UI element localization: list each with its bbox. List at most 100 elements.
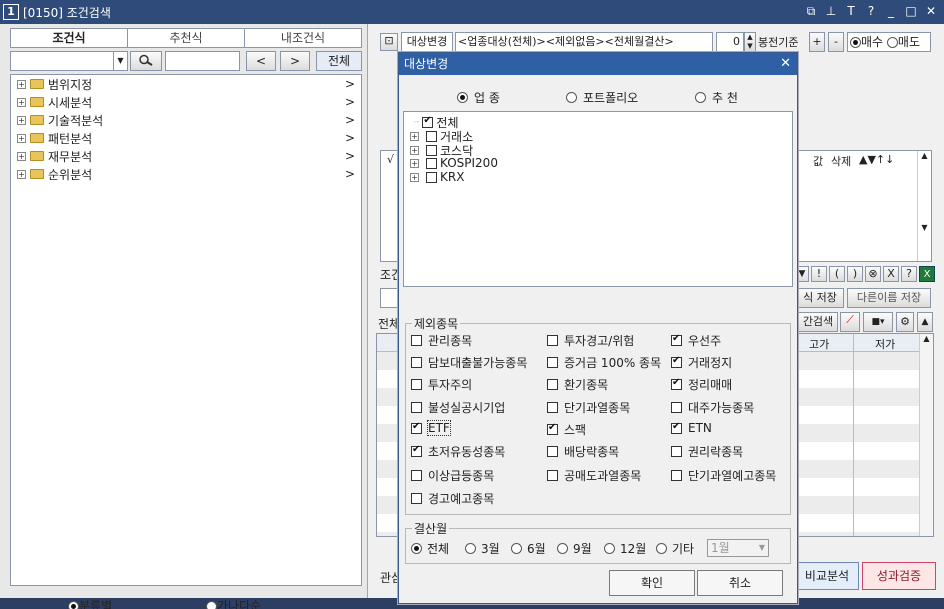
exclude-item[interactable]: 관리종목 bbox=[411, 332, 472, 349]
move-icons[interactable]: ▲▼↑↓ bbox=[859, 153, 894, 166]
excel-icon[interactable]: X bbox=[919, 266, 935, 282]
radio-icon[interactable] bbox=[465, 543, 476, 554]
ok-button[interactable]: 확인 bbox=[609, 570, 695, 596]
exclude-item[interactable]: 스팩 bbox=[547, 421, 586, 438]
radio-icon[interactable] bbox=[656, 543, 667, 554]
radio-icon[interactable] bbox=[411, 543, 422, 554]
open-paren-button[interactable]: ( bbox=[829, 266, 845, 282]
tree-item[interactable]: + 시세분석 > bbox=[17, 93, 357, 111]
font-icon[interactable]: T bbox=[844, 3, 858, 19]
buy-option[interactable]: 매수 bbox=[850, 35, 883, 49]
save-button[interactable]: 식 저장 bbox=[796, 288, 844, 308]
tree-item-kospi200[interactable]: + KOSPI200 bbox=[410, 156, 498, 170]
target-change-button[interactable]: 대상변경 bbox=[401, 32, 453, 52]
exclude-item[interactable]: 정리매매 bbox=[671, 376, 732, 393]
radio-icon[interactable] bbox=[457, 92, 468, 103]
exclude-item[interactable]: 투자경고/위험 bbox=[547, 332, 634, 349]
formula-input[interactable] bbox=[380, 288, 398, 308]
checkbox[interactable] bbox=[411, 402, 422, 413]
expand-icon[interactable]: + bbox=[410, 158, 419, 168]
checkbox[interactable] bbox=[426, 171, 437, 183]
search-button[interactable] bbox=[130, 51, 162, 71]
tree-item[interactable]: + 패턴분석 > bbox=[17, 129, 357, 147]
month-option[interactable]: 12월 bbox=[604, 540, 646, 557]
exclude-item[interactable]: 공매도과열종목 bbox=[547, 467, 641, 484]
checkbox[interactable] bbox=[547, 470, 558, 481]
tree-item-krx[interactable]: + KRX bbox=[410, 170, 464, 184]
close-icon[interactable]: ✕ bbox=[924, 3, 938, 19]
checkbox[interactable] bbox=[671, 402, 682, 413]
tree-item[interactable]: + 범위지정 > bbox=[17, 75, 357, 93]
pin-icon[interactable]: ⊥ bbox=[824, 3, 838, 19]
expand-icon[interactable]: + bbox=[17, 133, 26, 143]
radio-icon[interactable] bbox=[566, 92, 577, 103]
all-button[interactable]: 전체 bbox=[316, 51, 362, 71]
checkbox[interactable] bbox=[422, 115, 434, 128]
close-paren-button[interactable]: ) bbox=[847, 266, 863, 282]
maximize-icon[interactable]: □ bbox=[904, 3, 918, 19]
checkbox[interactable] bbox=[547, 357, 558, 368]
exclude-item[interactable]: 배당락종목 bbox=[547, 443, 619, 460]
month-option[interactable]: 6월 bbox=[511, 540, 546, 557]
exclude-item[interactable]: 거래정지 bbox=[671, 354, 732, 371]
checkbox[interactable] bbox=[671, 446, 682, 457]
chevron-down-icon[interactable]: ▼ bbox=[113, 52, 127, 70]
tree-item[interactable]: + 순위분석 > bbox=[17, 165, 357, 183]
scrollbar[interactable]: ▲ bbox=[919, 334, 933, 536]
checkbox[interactable] bbox=[671, 377, 682, 390]
radio-icon[interactable] bbox=[206, 601, 217, 609]
exclude-item[interactable]: 단기과열종목 bbox=[547, 399, 630, 416]
cancel-button[interactable]: 취소 bbox=[697, 570, 783, 596]
checkbox[interactable] bbox=[411, 357, 422, 368]
radio-icon[interactable] bbox=[850, 37, 861, 48]
xor-button[interactable]: ⊗ bbox=[865, 266, 881, 282]
expand-icon[interactable]: + bbox=[17, 169, 26, 179]
expand-icon[interactable]: + bbox=[410, 146, 419, 155]
checkbox[interactable] bbox=[671, 355, 682, 368]
checkbox[interactable] bbox=[411, 379, 422, 390]
scope-portfolio[interactable]: 포트폴리오 bbox=[566, 89, 638, 106]
checkbox[interactable] bbox=[411, 444, 422, 457]
chart-icon[interactable]: ⟋ bbox=[840, 312, 860, 332]
help-icon[interactable]: ? bbox=[864, 3, 878, 19]
scope-industry[interactable]: 업 종 bbox=[457, 89, 500, 106]
checkbox[interactable] bbox=[411, 335, 422, 346]
remove-button[interactable]: - bbox=[828, 32, 844, 52]
scope-recommend[interactable]: 추 천 bbox=[695, 89, 738, 106]
menu-icon[interactable]: ■▾ bbox=[863, 312, 893, 332]
checkbox[interactable] bbox=[411, 470, 422, 481]
close-icon[interactable]: ✕ bbox=[780, 53, 791, 75]
exclude-item[interactable]: ETN bbox=[671, 421, 712, 435]
month-select[interactable]: 1월 ▼ bbox=[707, 539, 769, 557]
radio-icon[interactable] bbox=[511, 543, 522, 554]
exclude-item[interactable]: 담보대출불가능종목 bbox=[411, 354, 527, 371]
prev-button[interactable]: < bbox=[246, 51, 276, 71]
category-select[interactable]: ▼ bbox=[10, 51, 128, 71]
sell-option[interactable]: 매도 bbox=[886, 35, 920, 49]
x-button[interactable]: X bbox=[883, 266, 899, 282]
tree-item[interactable]: + 기술적분석 > bbox=[17, 111, 357, 129]
search-button-right[interactable]: 간검색 bbox=[798, 312, 838, 332]
checkbox[interactable] bbox=[426, 157, 437, 169]
exclude-item[interactable]: 증거금 100% 종목 bbox=[547, 354, 661, 371]
tab-recommend[interactable]: 추천식 bbox=[128, 29, 245, 47]
not-button[interactable]: ! bbox=[811, 266, 827, 282]
search-input[interactable] bbox=[165, 51, 240, 71]
exclude-item[interactable]: 대주가능종목 bbox=[671, 399, 754, 416]
checkbox[interactable] bbox=[671, 470, 682, 481]
expand-icon[interactable]: + bbox=[410, 132, 419, 141]
month-option[interactable]: 9월 bbox=[557, 540, 592, 557]
expand-icon[interactable]: + bbox=[17, 97, 26, 107]
checkbox[interactable] bbox=[411, 421, 422, 434]
radio-icon[interactable] bbox=[886, 37, 898, 48]
exclude-item[interactable]: 경고예고종목 bbox=[411, 490, 494, 507]
exclude-item[interactable]: 투자주의 bbox=[411, 376, 472, 393]
help-button[interactable]: ? bbox=[901, 266, 917, 282]
exclude-item[interactable]: 우선주 bbox=[671, 332, 721, 349]
tab-condition[interactable]: 조건식 bbox=[11, 29, 128, 47]
collapse-icon[interactable]: ▲ bbox=[917, 312, 933, 332]
save-as-button[interactable]: 다른이름 저장 bbox=[847, 288, 931, 308]
exclude-item[interactable]: 단기과열예고종목 bbox=[671, 467, 776, 484]
spin-arrows-icon[interactable]: ▲ ▼ bbox=[744, 32, 756, 52]
month-option[interactable]: 3월 bbox=[465, 540, 500, 557]
